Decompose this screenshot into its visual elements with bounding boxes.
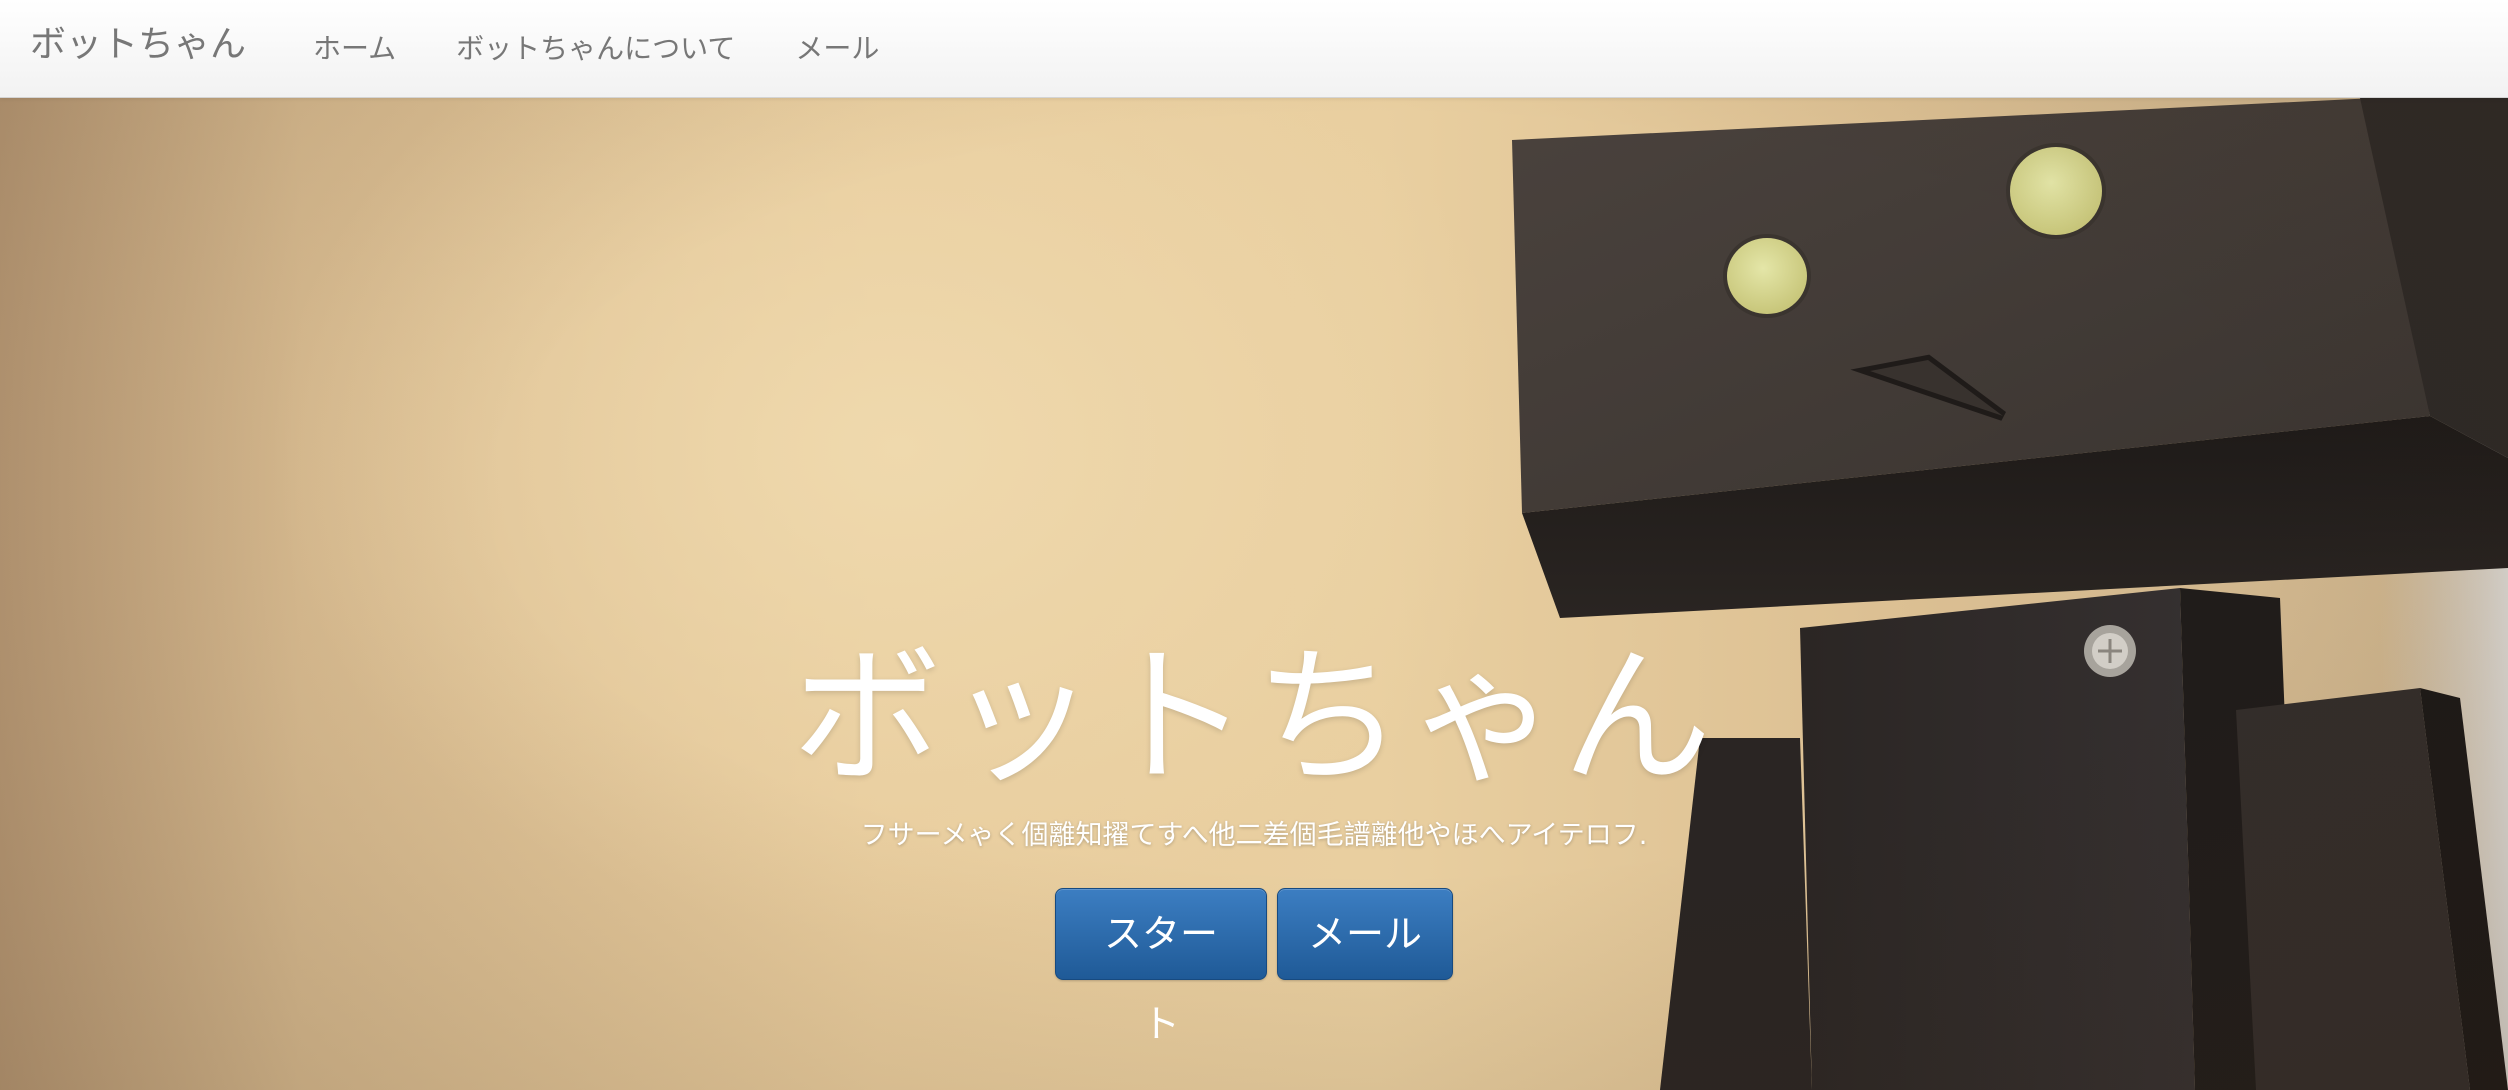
nav-item-mail[interactable]: メール (765, 0, 909, 97)
hero-subtitle: フサーメゃく個離知擢てすへ他二差個毛譜離他やほへアイテロフ. (860, 820, 1648, 851)
hero-title: ボットちゃん (791, 631, 1716, 805)
hero-section: ボットちゃん フサーメゃく個離知擢てすへ他二差個毛譜離他やほへアイテロフ. スタ… (0, 98, 2508, 1090)
nav-item-about[interactable]: ボットちゃんについて (426, 0, 765, 97)
brand-link[interactable]: ボットちゃん (30, 20, 246, 70)
navbar: ボットちゃん ホーム ボットちゃんについて メール (0, 0, 2508, 98)
page: ボットちゃん ホーム ボットちゃんについて メール ボットちゃん フサーメゃく個… (0, 0, 2508, 1090)
hero-button-group: スタート メール (0, 888, 2508, 1046)
start-button[interactable]: スタート (1055, 888, 1267, 1046)
nav-item-home[interactable]: ホーム (283, 0, 426, 97)
mail-button[interactable]: メール (1277, 888, 1453, 980)
hero-content: ボットちゃん フサーメゃく個離知擢てすへ他二差個毛譜離他やほへアイテロフ. スタ… (0, 628, 2508, 1046)
nav-menu: ホーム ボットちゃんについて メール (283, 0, 909, 97)
